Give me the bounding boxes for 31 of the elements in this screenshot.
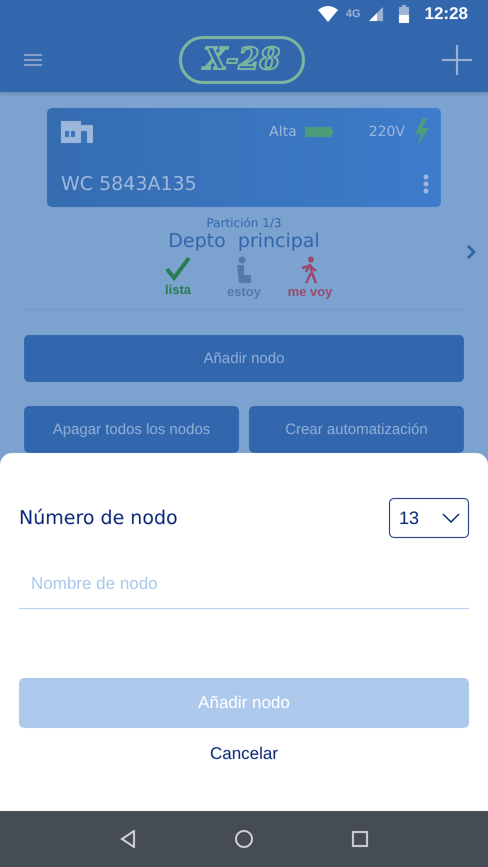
- signal-icon: [368, 7, 383, 21]
- wifi-icon: [318, 6, 338, 22]
- logo: X-28: [178, 36, 306, 84]
- add-node-button[interactable]: Añadir nodo: [24, 335, 464, 382]
- recents-icon[interactable]: [352, 831, 368, 847]
- battery-label: Alta: [269, 124, 297, 140]
- menu-icon[interactable]: [24, 54, 42, 66]
- chevron-down-icon: [442, 513, 460, 523]
- device-card[interactable]: Alta 220V WC 5843A135: [47, 108, 441, 207]
- dialog-title: Número de nodo: [19, 507, 178, 529]
- mode-label[interactable]: lista: [164, 282, 191, 297]
- cancel-button[interactable]: Cancelar: [206, 740, 282, 768]
- node-number-select[interactable]: 13: [389, 498, 469, 538]
- partition-counter: Partición 1/3: [206, 216, 282, 230]
- more-options-icon[interactable]: [423, 174, 429, 194]
- voltage-label: 220V: [368, 124, 405, 140]
- battery-icon: [398, 5, 409, 23]
- chevron-right-icon[interactable]: [466, 244, 476, 260]
- mode-label[interactable]: me voy: [288, 284, 332, 299]
- action-button[interactable]: Apagar todos los nodos: [24, 406, 239, 453]
- clock: 12:28: [424, 4, 468, 24]
- battery-icon: [304, 125, 335, 139]
- lightning-icon: [413, 118, 429, 146]
- network-type: 4G: [346, 8, 361, 20]
- house-icon: [61, 121, 93, 143]
- add-icon[interactable]: [442, 45, 472, 75]
- back-icon[interactable]: [120, 830, 136, 848]
- home-icon[interactable]: [234, 830, 253, 848]
- device-name: WC 5843A135: [61, 173, 198, 195]
- action-button[interactable]: Crear automatización: [249, 406, 464, 453]
- partition-name: Depto principal: [168, 230, 320, 252]
